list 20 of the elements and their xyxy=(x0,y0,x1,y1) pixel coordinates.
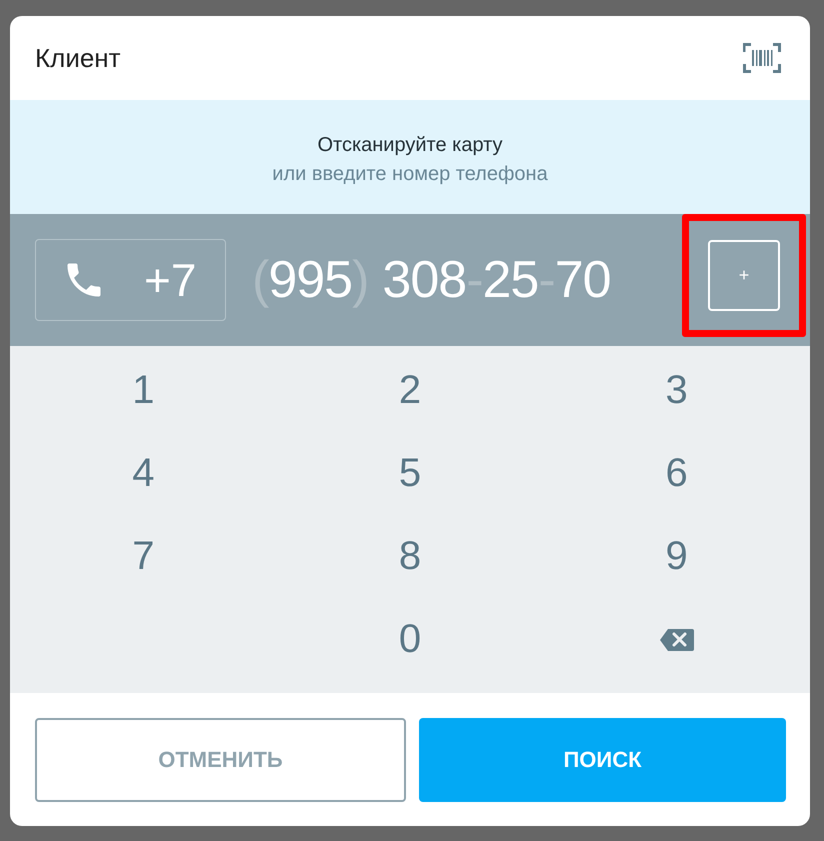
keypad-key[interactable]: 1 xyxy=(124,368,162,413)
cancel-button[interactable]: ОТМЕНИТЬ xyxy=(35,718,406,802)
dialog-title: Клиент xyxy=(35,42,121,74)
country-code-selector[interactable]: +7 xyxy=(35,239,226,321)
keypad-key[interactable]: 0 xyxy=(390,617,430,662)
prompt-hint: или введите номер телефона xyxy=(272,163,548,186)
add-button[interactable]: + xyxy=(708,240,780,311)
keypad-key[interactable]: 3 xyxy=(658,368,696,413)
keypad-key[interactable]: 5 xyxy=(390,451,430,496)
keypad-key[interactable]: 8 xyxy=(390,534,430,579)
search-button[interactable]: ПОИСК xyxy=(419,718,786,802)
keypad-key[interactable]: 2 xyxy=(390,368,430,413)
keypad-key[interactable]: 9 xyxy=(658,534,696,579)
scan-prompt: Отсканируйте карту xyxy=(317,134,503,157)
keypad-key[interactable]: 6 xyxy=(658,451,696,496)
backspace-icon[interactable] xyxy=(658,628,695,652)
barcode-scan-icon[interactable] xyxy=(743,43,781,73)
keypad-key[interactable]: 7 xyxy=(124,534,162,579)
phone-number-field[interactable]: (995) 308-25-70 xyxy=(252,250,611,310)
keypad-key[interactable]: 4 xyxy=(124,451,162,496)
